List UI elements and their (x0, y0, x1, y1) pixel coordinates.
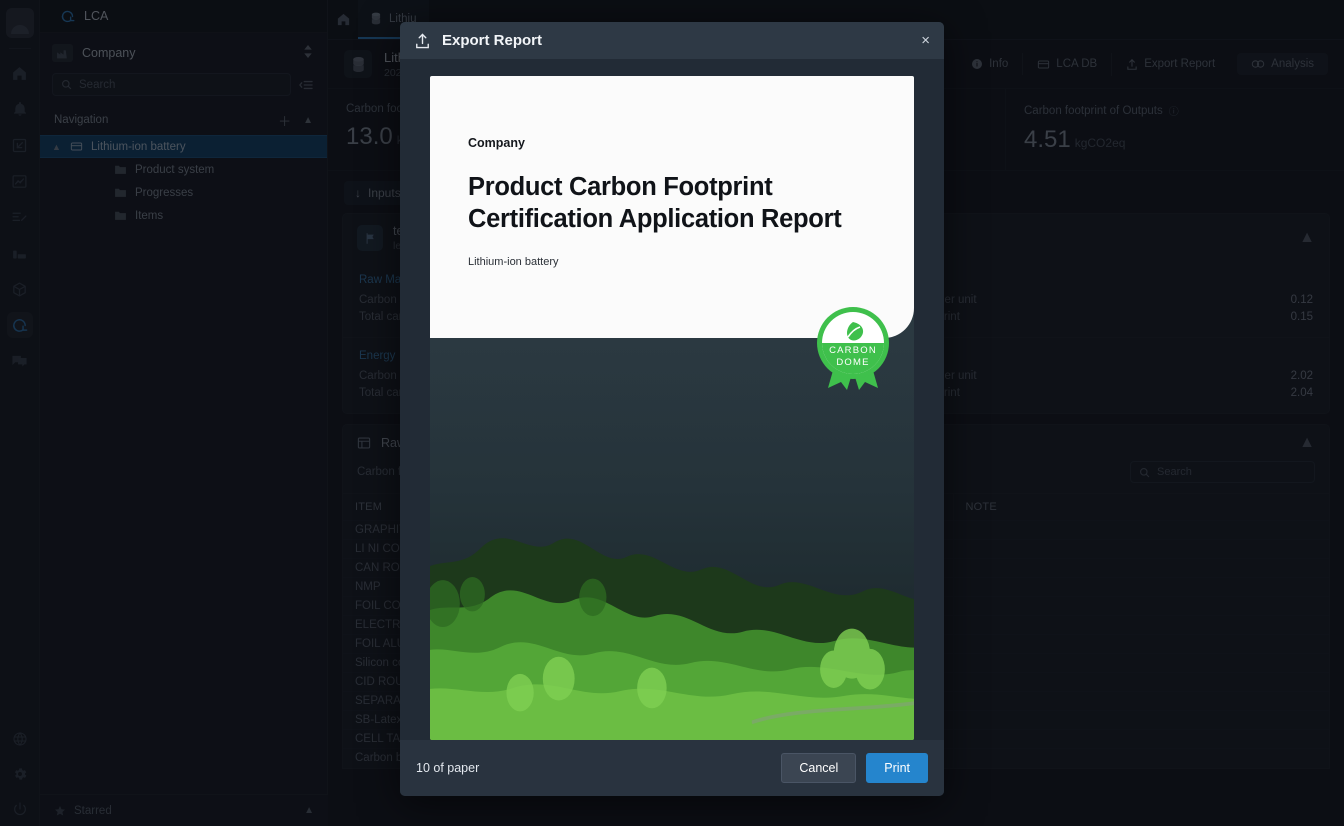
badge-line2: DOME (836, 357, 869, 368)
modal-title: Export Report (442, 32, 543, 49)
report-cover-card: Company Product Carbon Footprint Certifi… (430, 76, 914, 338)
modal-body: Company Product Carbon Footprint Certifi… (400, 59, 944, 740)
cover-title: Product Carbon Footprint Certification A… (468, 173, 842, 233)
app-root: LCA Company Search Navigation (0, 0, 1344, 826)
modal-header: Export Report × (400, 22, 944, 59)
upload-icon (414, 32, 431, 50)
report-preview-page[interactable]: Company Product Carbon Footprint Certifi… (430, 76, 914, 740)
print-button[interactable]: Print (866, 753, 928, 783)
close-icon[interactable]: × (921, 33, 930, 48)
cover-subtitle: Lithium-ion battery (468, 255, 559, 268)
modal-footer: 10 of paper Cancel Print (400, 740, 944, 796)
carbon-dome-badge: CARBON DOME (814, 304, 892, 390)
cancel-button[interactable]: Cancel (781, 753, 857, 783)
cover-company-name: Company (468, 136, 525, 150)
paper-count-label: 10 of paper (416, 761, 480, 775)
export-report-modal: Export Report × Company Product Carbon F… (400, 22, 944, 796)
forest-canopy (430, 537, 914, 740)
badge-line1: CARBON (829, 345, 877, 356)
